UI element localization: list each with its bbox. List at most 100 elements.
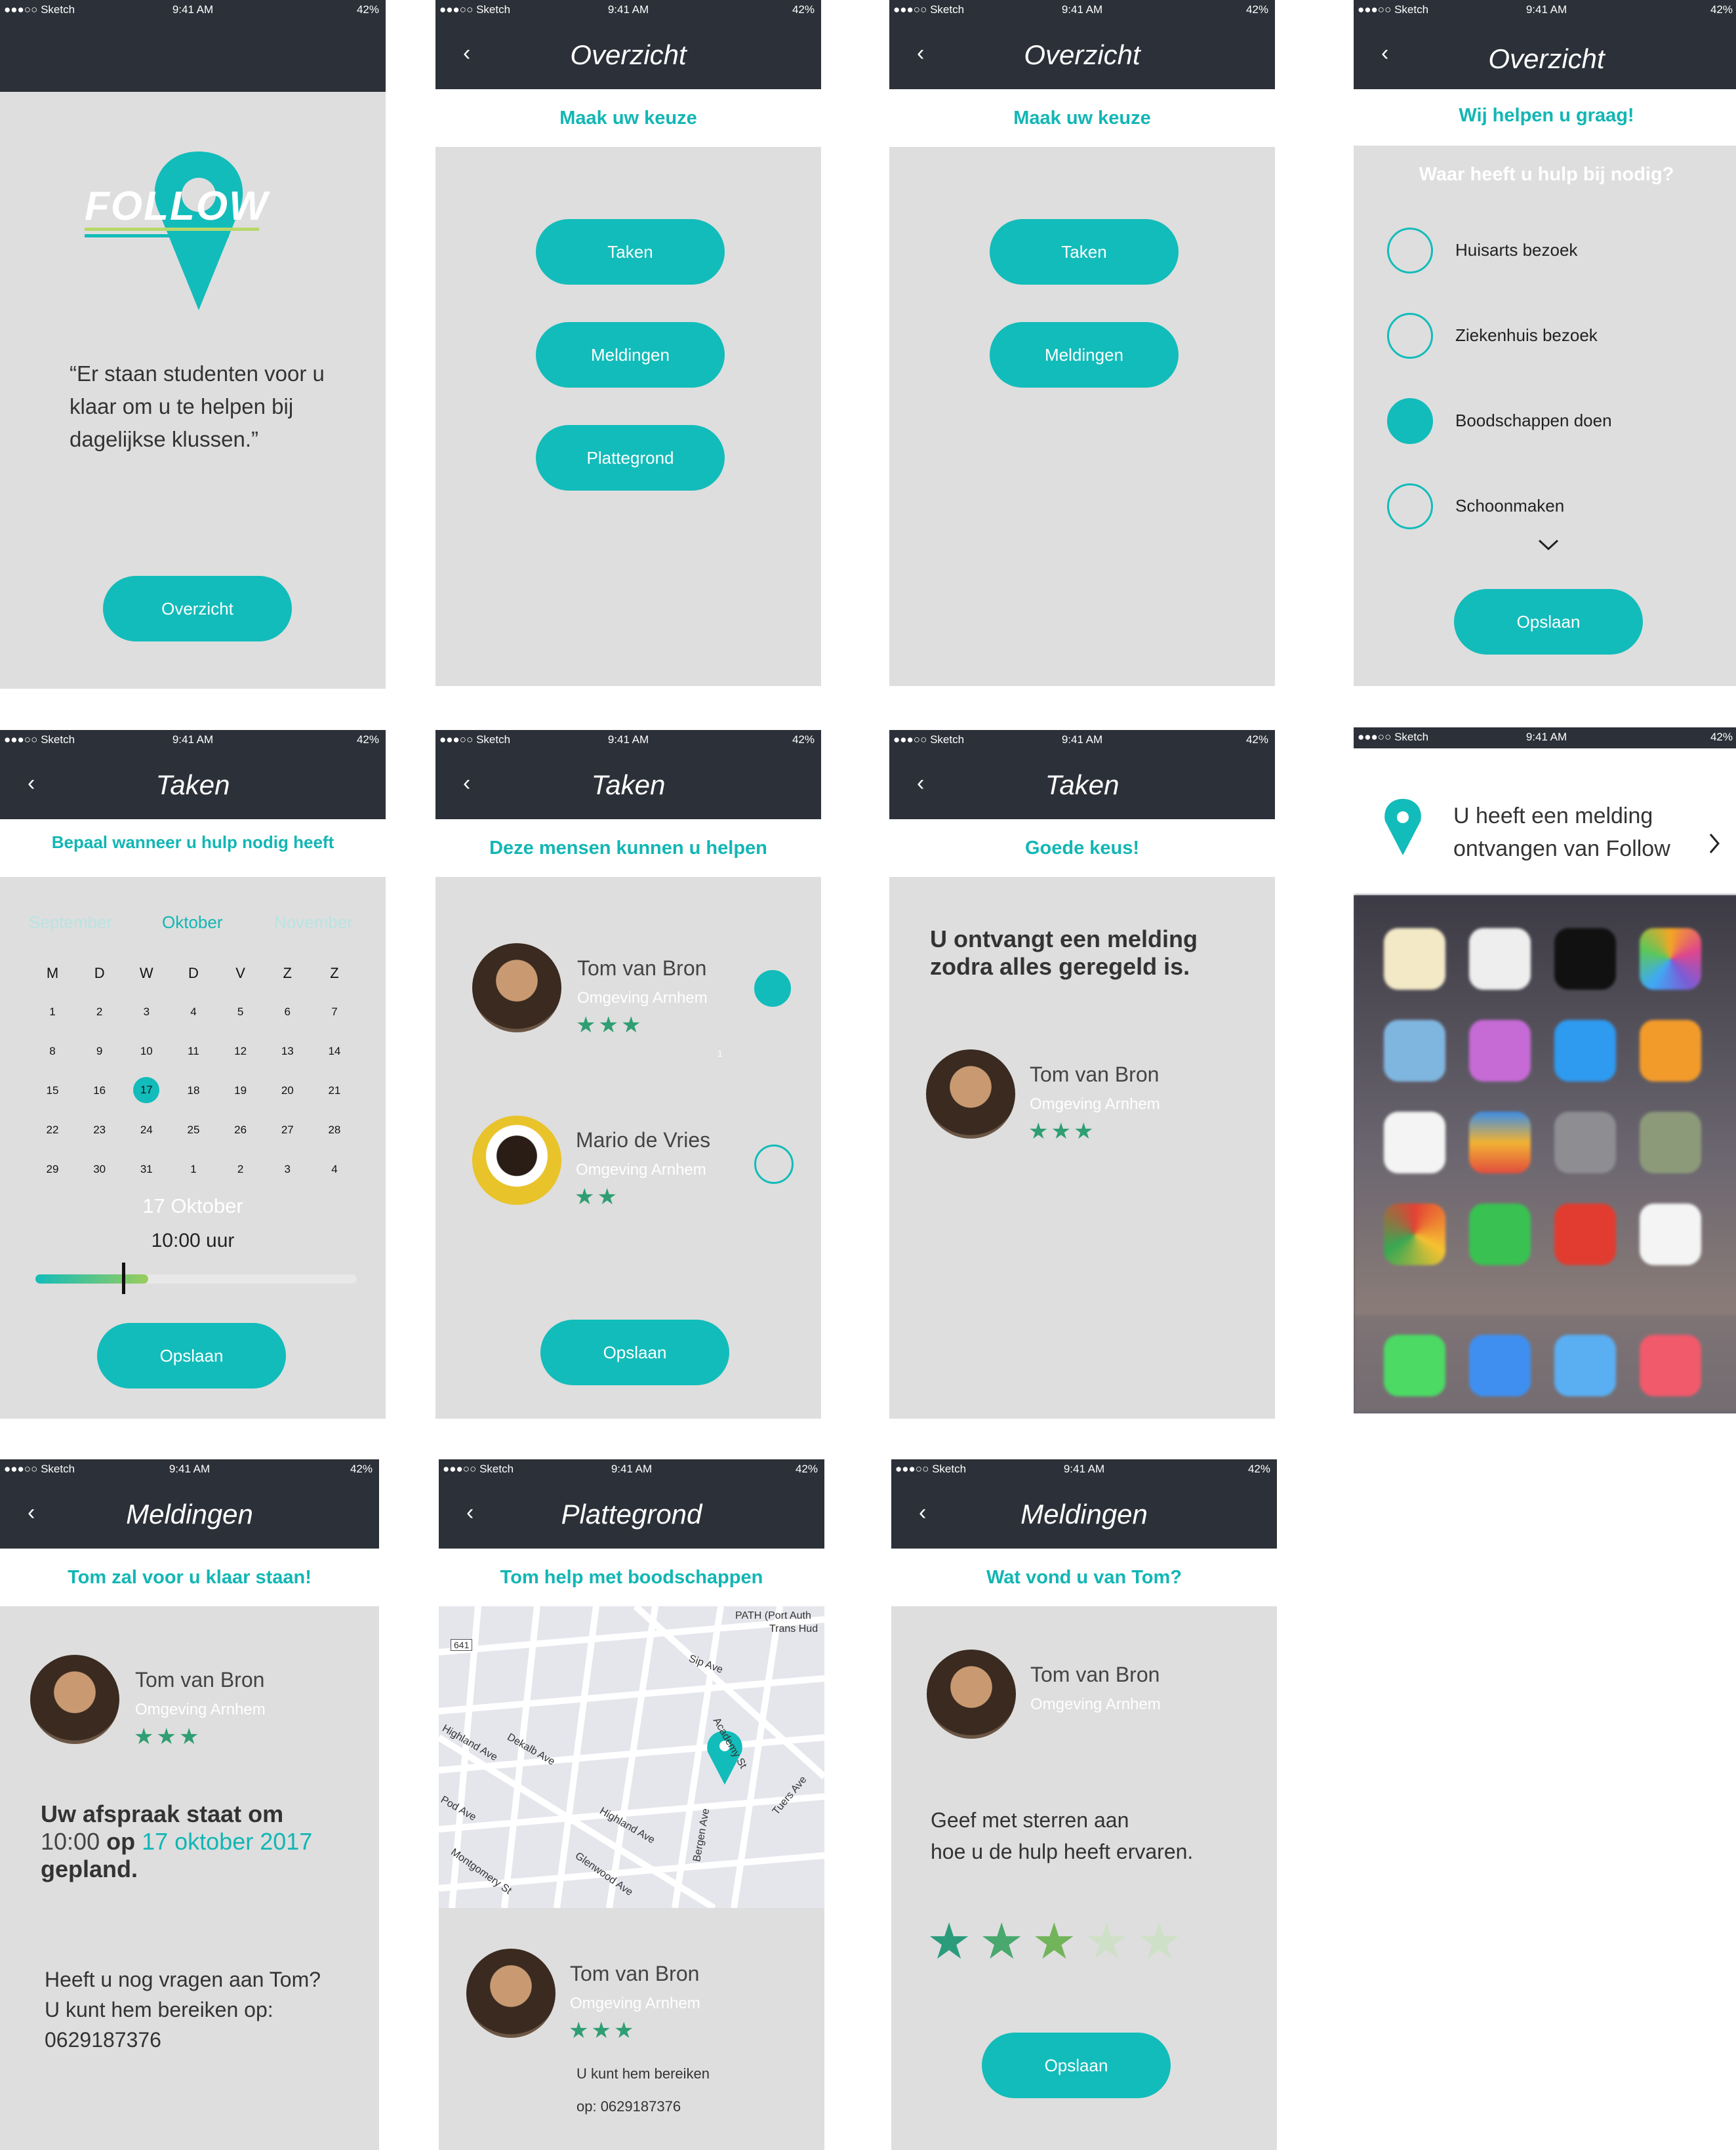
calendar-day[interactable]: 23	[87, 1124, 113, 1137]
mail-app-icon	[1469, 1335, 1531, 1396]
taken-button[interactable]: Taken	[990, 219, 1179, 285]
plattegrond-button[interactable]: Plattegrond	[536, 425, 725, 491]
nav-bar: ‹ Overzicht	[889, 21, 1275, 89]
home-screen-blur	[1354, 895, 1736, 1413]
calendar-day[interactable]: 2	[228, 1163, 254, 1176]
calendar-day[interactable]: 28	[321, 1124, 348, 1137]
calendar-day[interactable]: 1	[39, 1005, 66, 1019]
calendar-day[interactable]: 26	[228, 1124, 254, 1137]
meldingen-button[interactable]: Meldingen	[536, 322, 725, 388]
calendar-day[interactable]: 5	[228, 1005, 254, 1019]
contact-phone[interactable]: op: 0629187376	[576, 2098, 681, 2115]
overzicht-button[interactable]: Overzicht	[103, 576, 292, 641]
calendar-day[interactable]: 19	[228, 1084, 254, 1103]
prompt-line2: hoe u de hulp heeft ervaren.	[931, 1840, 1194, 1863]
rating-star-2[interactable]: ★	[979, 1916, 1024, 1968]
calendar-day[interactable]: 9	[87, 1045, 113, 1058]
calendar-day[interactable]: 20	[274, 1084, 300, 1103]
rating-star-3[interactable]: ★	[1032, 1916, 1076, 1968]
calendar-day[interactable]: 30	[87, 1163, 113, 1176]
battery: 42%	[795, 1463, 818, 1475]
time-slider-handle[interactable]	[122, 1263, 126, 1294]
opslaan-button[interactable]: Opslaan	[1454, 589, 1643, 655]
chevron-down-icon[interactable]	[1537, 538, 1560, 556]
calendar-day[interactable]: 6	[274, 1005, 300, 1019]
rating-star-4[interactable]: ★	[1084, 1916, 1129, 1968]
calendar-day[interactable]: 2	[87, 1005, 113, 1019]
calendar-day[interactable]: 3	[133, 1005, 159, 1019]
calendar-day[interactable]: 4	[321, 1163, 348, 1176]
screen-splash: ●●●○○ Sketch 9:41 AM 42% FOLLOW “Er staa…	[0, 0, 386, 689]
status-bar: ●●●○○ Sketch 9:41 AM 42%	[891, 1459, 1277, 1480]
calendar-day-selected[interactable]: 17	[133, 1077, 160, 1103]
calendar-day[interactable]: 14	[321, 1045, 348, 1058]
calendar-day[interactable]: 1	[180, 1163, 207, 1176]
calendar-day[interactable]: 25	[180, 1124, 207, 1137]
screen-confirm: ●●●○○ Sketch 9:41 AM 42% ‹ Taken Goede k…	[889, 730, 1275, 1419]
weekday: D	[188, 965, 199, 981]
calendar-day[interactable]: 4	[180, 1005, 207, 1019]
calendar-day[interactable]: 24	[133, 1124, 159, 1137]
page-marker: 1	[717, 1048, 723, 1059]
battery: 42%	[1245, 733, 1268, 746]
calendar-day[interactable]: 29	[39, 1163, 66, 1176]
nav-bar: ‹ Taken	[435, 751, 821, 819]
calendar-day[interactable]: 12	[228, 1045, 254, 1058]
map-view[interactable]: PATH (Port Auth Trans Hud 641 Sip Ave Hi…	[439, 1606, 824, 1908]
month-prev[interactable]: September	[29, 912, 112, 933]
rating-prompt: Geef met sterren aan hoe u de hulp heeft…	[931, 1804, 1193, 1867]
calendar-day[interactable]: 21	[321, 1084, 348, 1103]
opslaan-button[interactable]: Opslaan	[540, 1320, 729, 1385]
calendar-day[interactable]: 3	[274, 1163, 300, 1176]
calendar-day[interactable]: 8	[39, 1045, 66, 1058]
rating-star-1[interactable]: ★	[927, 1916, 971, 1968]
radio-schoonmaken[interactable]	[1387, 483, 1433, 529]
radio-huisarts[interactable]	[1387, 228, 1433, 274]
rating-star-5[interactable]: ★	[1137, 1916, 1182, 1968]
calendar-day[interactable]: 18	[180, 1084, 207, 1103]
select-radio-mario[interactable]	[754, 1145, 794, 1184]
opslaan-button[interactable]: Opslaan	[97, 1323, 286, 1389]
page-title: Taken	[155, 769, 230, 800]
calendar-day[interactable]: 22	[39, 1124, 66, 1137]
time-slider-fill	[35, 1274, 148, 1284]
weekday: Z	[283, 965, 292, 981]
star-rating-input[interactable]: ★ ★ ★ ★ ★	[927, 1916, 1182, 1968]
chevron-right-icon[interactable]	[1708, 832, 1721, 858]
weekday: D	[94, 965, 105, 981]
select-radio-tom[interactable]	[754, 970, 791, 1007]
time-slider-track[interactable]	[35, 1263, 357, 1294]
calendar-day[interactable]: 13	[274, 1045, 300, 1058]
phone-app-icon	[1384, 1335, 1445, 1396]
person-location: Omgeving Arnhem	[1030, 1095, 1160, 1113]
calendar-day[interactable]: 11	[180, 1045, 207, 1058]
appointment-date: 17 oktober 2017	[142, 1828, 313, 1855]
appointment-line2: 10:00 op 17 oktober 2017	[41, 1828, 369, 1856]
page-title: Overzicht	[1024, 39, 1141, 70]
calendar-week: 22 23 24 25 26 27 28	[39, 1124, 348, 1137]
phone-number[interactable]: 0629187376	[45, 2025, 321, 2055]
follow-logo: FOLLOW	[82, 148, 268, 318]
calendar-day[interactable]: 31	[133, 1163, 159, 1176]
opslaan-button[interactable]: Opslaan	[982, 2033, 1171, 2098]
maps-app-icon	[1384, 1020, 1445, 1082]
screen-rating: ●●●○○ Sketch 9:41 AM 42% ‹ Meldingen Wat…	[891, 1459, 1277, 2150]
calendar-day[interactable]: 15	[39, 1084, 66, 1103]
ibooks-app-icon	[1640, 1020, 1701, 1082]
rating-stars: ★★★	[1028, 1119, 1097, 1144]
radio-boodschappen[interactable]	[1387, 398, 1433, 444]
calendar-day[interactable]: 10	[133, 1045, 159, 1058]
rating-stars: ★★	[575, 1185, 620, 1209]
page-title: Meldingen	[1020, 1499, 1148, 1530]
calendar-day[interactable]: 16	[87, 1084, 113, 1103]
month-next[interactable]: November	[274, 912, 353, 933]
calendar-day[interactable]: 27	[274, 1124, 300, 1137]
taken-button[interactable]: Taken	[536, 219, 725, 285]
radio-ziekenhuis[interactable]	[1387, 313, 1433, 359]
meldingen-button[interactable]: Meldingen	[990, 322, 1179, 388]
person-location: Omgeving Arnhem	[1030, 1695, 1161, 1713]
calendar-day[interactable]: 7	[321, 1005, 348, 1019]
nav-bar: ‹ Meldingen	[891, 1480, 1277, 1549]
screen-appointment: ●●●○○ Sketch 9:41 AM 42% ‹ Meldingen Tom…	[0, 1459, 379, 2150]
notification-banner[interactable]: U heeft een melding ontvangen van Follow	[1354, 748, 1736, 895]
